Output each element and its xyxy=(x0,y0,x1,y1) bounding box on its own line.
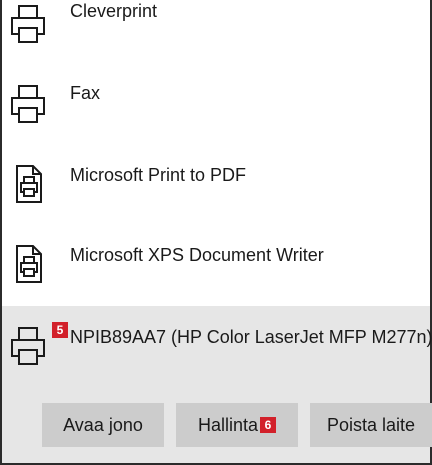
printer-icon xyxy=(11,327,45,365)
printer-icon xyxy=(11,85,45,123)
open-queue-label: Avaa jono xyxy=(63,414,143,435)
remove-device-label: Poista laite xyxy=(326,414,416,435)
document-printer-icon xyxy=(16,165,42,203)
printer-name: NPIB89AA7 (HP Color LaserJet MFP M277n) xyxy=(70,327,432,347)
printer-actions-bar: Avaa jono Hallinta 6 Poista laite xyxy=(2,387,432,463)
printer-name: Fax xyxy=(70,83,101,103)
printer-name: Microsoft XPS Document Writer xyxy=(70,245,324,265)
manage-button[interactable]: Hallinta 6 xyxy=(176,403,298,447)
printer-item-cleverprint[interactable]: Cleverprint xyxy=(2,0,430,66)
remove-device-button[interactable]: Poista laite xyxy=(310,403,432,447)
printer-item-print-to-pdf[interactable]: Microsoft Print to PDF xyxy=(2,150,430,232)
step-badge: 6 xyxy=(260,417,277,433)
open-queue-button[interactable]: Avaa jono xyxy=(42,403,164,447)
printer-item-xps-writer[interactable]: Microsoft XPS Document Writer xyxy=(2,232,430,314)
manage-label: Hallinta xyxy=(197,414,259,435)
printer-icon xyxy=(11,5,45,43)
printer-item-hp-laserjet[interactable]: 5 NPIB89AA7 (HP Color LaserJet MFP M277n… xyxy=(2,306,432,390)
printer-name: Cleverprint xyxy=(70,1,158,21)
step-badge: 5 xyxy=(52,322,68,338)
printer-item-fax[interactable]: Fax xyxy=(2,68,430,150)
printer-name: Microsoft Print to PDF xyxy=(70,165,247,185)
document-printer-icon xyxy=(16,245,42,283)
